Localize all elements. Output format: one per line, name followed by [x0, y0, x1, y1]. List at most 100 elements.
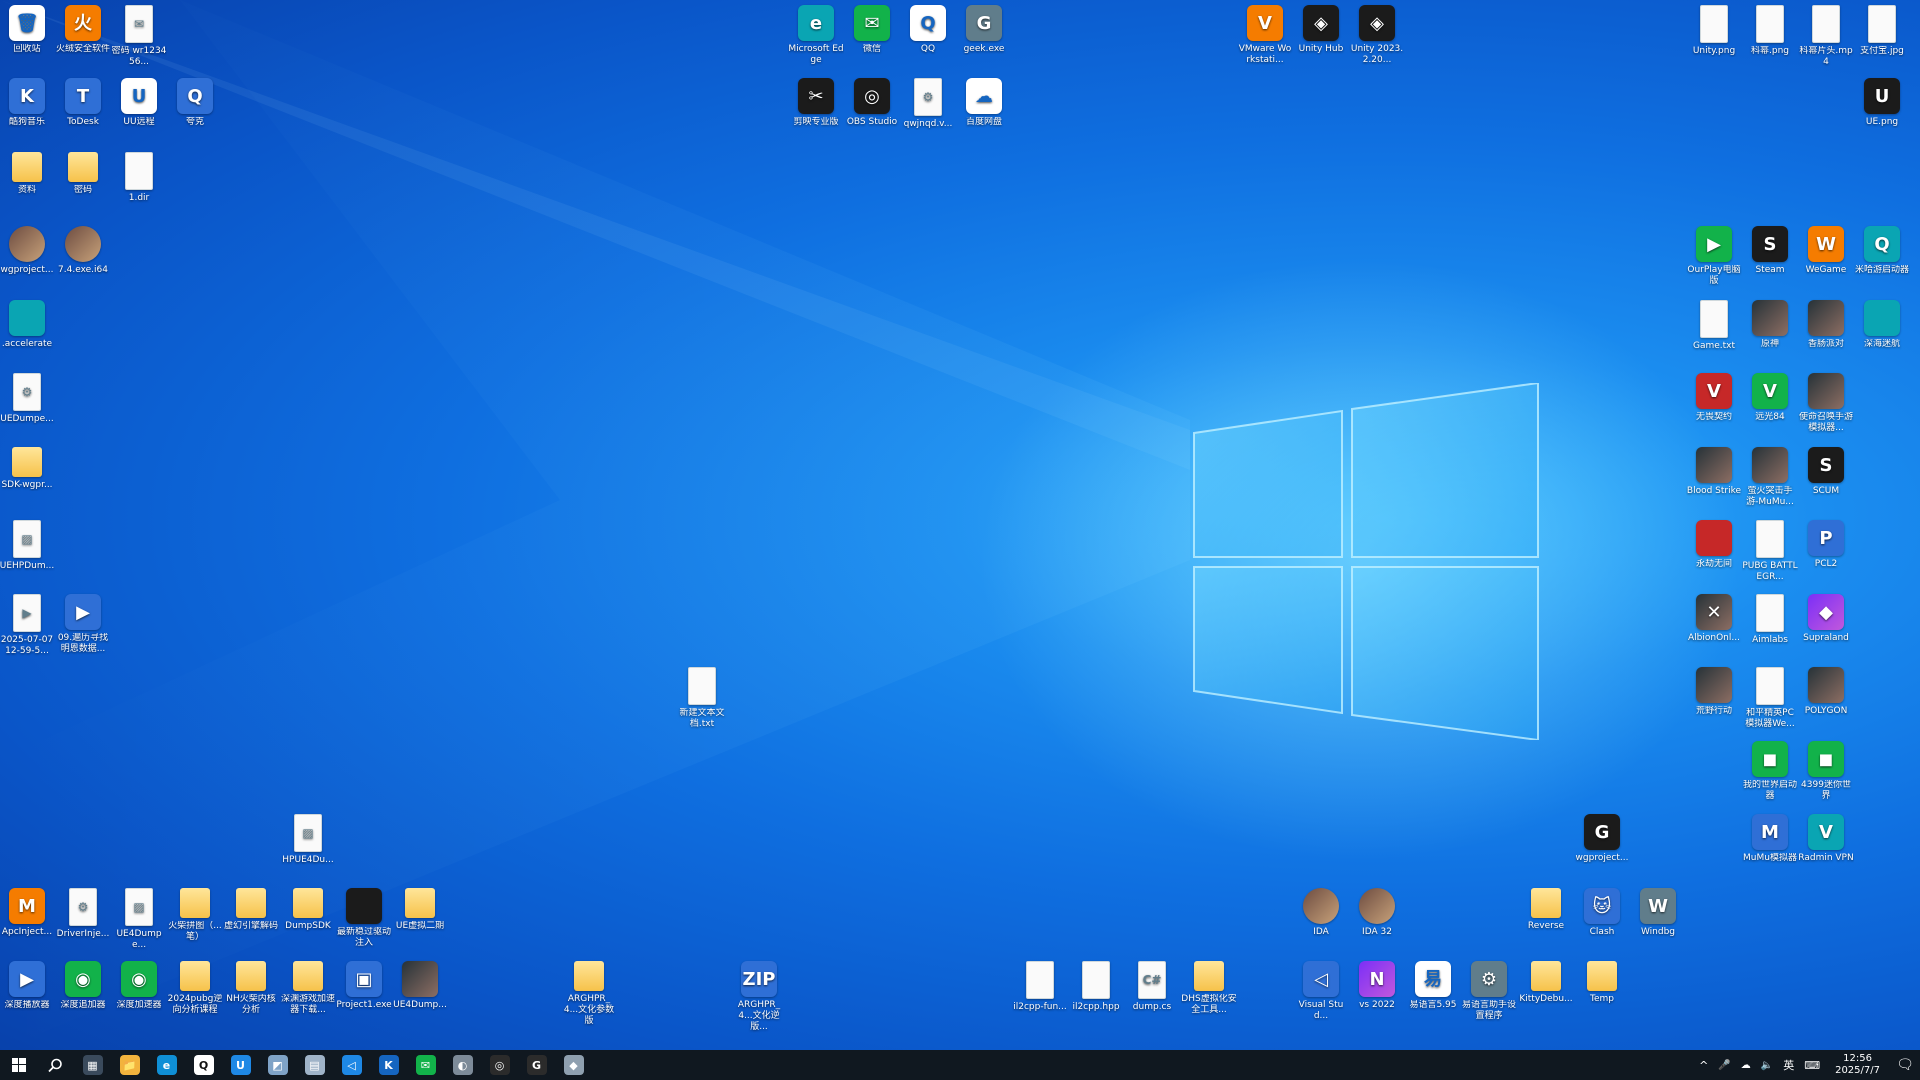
desktop-icon[interactable]: ◈ Unity Hub	[1293, 5, 1349, 55]
desktop-icon[interactable]: ◉ 深度追加器	[55, 961, 111, 1011]
desktop-icon[interactable]: T ToDesk	[55, 78, 111, 128]
desktop-icon[interactable]: 新建文本文档.txt	[674, 667, 730, 730]
desktop-icon[interactable]: 香肠派对	[1798, 300, 1854, 350]
desktop-icon[interactable]: Q 夸克	[167, 78, 223, 128]
desktop-icon[interactable]: U UU远程	[111, 78, 167, 128]
desktop-icon[interactable]: ⚙ 易语言助手设置程序	[1461, 961, 1517, 1022]
volume-icon[interactable]: 🔈	[1756, 1060, 1778, 1071]
desktop-icon[interactable]: ⚙ qwjnqd.v...	[900, 78, 956, 130]
desktop-icon[interactable]: DHS虚拟化安全工具...	[1181, 961, 1237, 1016]
desktop-icon[interactable]: Gwgproject...	[1574, 814, 1630, 864]
desktop-icon[interactable]: 火柴拼图（...笔）	[167, 888, 223, 943]
desktop-icon[interactable]: IDA 32	[1349, 888, 1405, 938]
desktop-icon[interactable]: ◆ Supraland	[1798, 594, 1854, 644]
desktop-icon[interactable]: wgproject...	[0, 226, 55, 276]
desktop-icon[interactable]: 易易语言5.95	[1405, 961, 1461, 1011]
desktop-icon[interactable]: 火火绒安全软件	[55, 5, 111, 55]
desktop-icon[interactable]: UE虚拟二期	[392, 888, 448, 932]
taskbar-app-task-view[interactable]: ▦	[74, 1050, 111, 1080]
notification-center-icon[interactable]: 🗨	[1890, 1057, 1920, 1073]
desktop-icon[interactable]: 🗑 回收站	[0, 5, 55, 55]
desktop-icon[interactable]: 资料	[0, 152, 55, 196]
desktop-icon[interactable]: C# dump.cs	[1124, 961, 1180, 1013]
desktop-icon[interactable]: 永劫无间	[1686, 520, 1742, 570]
desktop-icon[interactable]: S Steam	[1742, 226, 1798, 276]
desktop-icon[interactable]: V VMware Workstati...	[1237, 5, 1293, 66]
desktop-icon[interactable]: Blood Strike	[1686, 447, 1742, 497]
microphone-icon[interactable]: 🎤	[1713, 1060, 1735, 1071]
taskbar-app-app-7[interactable]: ▤	[296, 1050, 333, 1080]
taskbar-app-wechat[interactable]: ✉	[407, 1050, 444, 1080]
taskbar-app-vscode[interactable]: ◁	[333, 1050, 370, 1080]
desktop-icon[interactable]: il2cpp-fun...	[1012, 961, 1068, 1013]
desktop-icon[interactable]: Q QQ	[900, 5, 956, 55]
desktop-icon[interactable]: 萤火突击手游-MuMu...	[1742, 447, 1798, 508]
desktop-icon[interactable]: 和平精英PC模拟器We...	[1742, 667, 1798, 730]
keyboard-icon[interactable]: ⌨	[1799, 1059, 1825, 1072]
desktop-icon[interactable]: Aimlabs	[1742, 594, 1798, 646]
desktop-icon[interactable]: M ApcInject...	[0, 888, 55, 938]
taskbar-app-uu-remote[interactable]: U	[222, 1050, 259, 1080]
search-button[interactable]	[37, 1050, 74, 1080]
tray-chevron-icon[interactable]: ^	[1694, 1059, 1713, 1072]
desktop-icon[interactable]: 科幂片头.mp4	[1798, 5, 1854, 68]
desktop-icon[interactable]: S SCUM	[1798, 447, 1854, 497]
desktop-icon[interactable]: 1.dir	[111, 152, 167, 204]
desktop-icon[interactable]: ✕ AlbionOnl...	[1686, 594, 1742, 644]
taskbar-app-app-14[interactable]: ◆	[555, 1050, 592, 1080]
desktop-icon[interactable]: ◈ Unity 2023.2.20...	[1349, 5, 1405, 66]
desktop-icon[interactable]: Ggeek.exe	[956, 5, 1012, 55]
desktop-icon[interactable]: M MuMu模拟器	[1742, 814, 1798, 864]
desktop-icon[interactable]: W WeGame	[1798, 226, 1854, 276]
desktop-icon[interactable]: Game.txt	[1686, 300, 1742, 352]
taskbar-app-kugou[interactable]: K	[370, 1050, 407, 1080]
desktop-icon[interactable]: 7.4.exe.i64	[55, 226, 111, 276]
desktop-icon[interactable]: K 酷狗音乐	[0, 78, 55, 128]
desktop-icon[interactable]: V 无畏契约	[1686, 373, 1742, 423]
desktop-icon[interactable]: IDA	[1293, 888, 1349, 938]
desktop-icon[interactable]: ☁ 百度网盘	[956, 78, 1012, 128]
network-icon[interactable]: ☁	[1736, 1060, 1756, 1071]
taskbar-app-qq[interactable]: Q	[185, 1050, 222, 1080]
desktop-icon[interactable]: ⚙ DriverInje...	[55, 888, 111, 940]
desktop-icon[interactable]: ▶ 深度播放器	[0, 961, 55, 1011]
desktop-icon[interactable]: Nvs 2022	[1349, 961, 1405, 1011]
desktop-icon[interactable]: U UE.png	[1854, 78, 1910, 128]
desktop-icon[interactable]: ZIP ARGHPR_4...文化逆版...	[731, 961, 787, 1033]
desktop-icon[interactable]: 科幂.png	[1742, 5, 1798, 57]
taskbar-app-app-6[interactable]: ◩	[259, 1050, 296, 1080]
desktop-icon[interactable]: Reverse	[1518, 888, 1574, 932]
desktop-icon[interactable]: W Windbg	[1630, 888, 1686, 938]
desktop-icon[interactable]: ▣ Project1.exe	[336, 961, 392, 1011]
taskbar-app-obs[interactable]: ◎	[481, 1050, 518, 1080]
taskbar-app-file-explorer[interactable]: 📁	[111, 1050, 148, 1080]
taskbar-app-app-11[interactable]: ◐	[444, 1050, 481, 1080]
desktop-icon[interactable]: ◎ OBS Studio	[844, 78, 900, 128]
desktop-icon[interactable]: il2cpp.hpp	[1068, 961, 1124, 1013]
desktop-icon[interactable]: DumpSDK	[280, 888, 336, 932]
desktop-icon[interactable]: ◼ 我的世界启动器	[1742, 741, 1798, 802]
desktop-icon[interactable]: 密码	[55, 152, 111, 196]
desktop-icon[interactable]: 深渊游戏加速器下载...	[280, 961, 336, 1016]
desktop-icon[interactable]: Unity.png	[1686, 5, 1742, 57]
desktop-icon[interactable]: ▨ UE4Dumpe...	[111, 888, 167, 951]
desktop-icon[interactable]: ✉ 微信	[844, 5, 900, 55]
taskbar-app-edge[interactable]: e	[148, 1050, 185, 1080]
desktop-icon[interactable]: 深海迷航	[1854, 300, 1910, 350]
taskbar-app-wgproject[interactable]: G	[518, 1050, 555, 1080]
desktop-icon[interactable]: ✂ 剪映专业版	[788, 78, 844, 128]
desktop-icon[interactable]: Temp	[1574, 961, 1630, 1005]
desktop-icon[interactable]: UE4Dump...	[392, 961, 448, 1011]
desktop-icon[interactable]: ▶ 2025-07-07 12-59-5...	[0, 594, 55, 657]
desktop-icon[interactable]: SDK-wgpr...	[0, 447, 55, 491]
desktop-icon[interactable]: ◼ 4399迷你世界	[1798, 741, 1854, 802]
desktop-icon[interactable]: ✉ 密码 wr123456...	[111, 5, 167, 68]
desktop-icon[interactable]: KittyDebu...	[1518, 961, 1574, 1005]
desktop-icon[interactable]: ▨ HPUE4Du...	[280, 814, 336, 866]
desktop-icon[interactable]: ◉ 深度加速器	[111, 961, 167, 1011]
desktop-icon[interactable]: ▶ OurPlay电脑版	[1686, 226, 1742, 287]
desktop-icon[interactable]: ◁ Visual Stud...	[1293, 961, 1349, 1022]
desktop-icon[interactable]: ▨ UEHPDum...	[0, 520, 55, 572]
desktop-icon[interactable]: 🐱 Clash	[1574, 888, 1630, 938]
desktop-icon[interactable]: 使命召唤手游模拟器...	[1798, 373, 1854, 434]
